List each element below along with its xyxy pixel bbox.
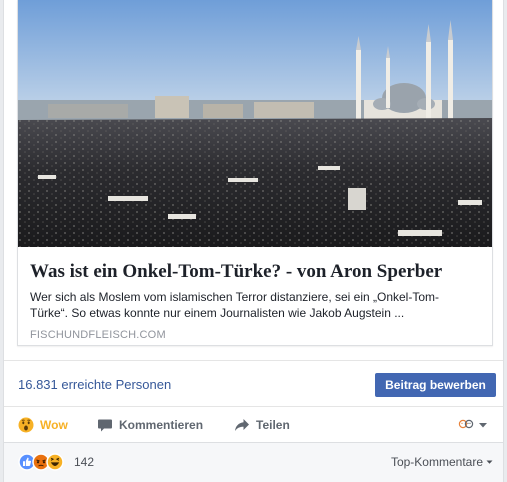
link-preview-title[interactable]: Was ist ein Onkel-Tom-Türke? - von Aron …	[30, 261, 486, 283]
haha-icon	[46, 453, 64, 471]
link-preview-domain: FISCHUNDFLEISCH.COM	[30, 329, 166, 341]
chevron-down-icon	[479, 423, 487, 428]
reach-count-link[interactable]: 16.831 erreichte Personen	[18, 377, 171, 392]
action-bar: Wow Kommentieren Teilen	[4, 406, 503, 442]
comment-icon	[98, 419, 112, 432]
feed-post: Was ist ein Onkel-Tom-Türke? - von Aron …	[3, 0, 504, 482]
reach-bar: 16.831 erreichte Personen Beitrag bewerb…	[4, 360, 503, 406]
wow-reaction-button[interactable]: Wow	[18, 416, 68, 434]
emoji-avatar-icon	[458, 419, 474, 429]
reaction-selector[interactable]	[458, 418, 488, 432]
comment-button[interactable]: Kommentieren	[97, 416, 203, 434]
share-button[interactable]: Teilen	[234, 416, 290, 434]
link-preview-body[interactable]: Was ist ein Onkel-Tom-Türke? - von Aron …	[18, 247, 492, 345]
wow-label: Wow	[40, 418, 68, 432]
share-icon	[235, 419, 249, 431]
boost-post-button[interactable]: Beitrag bewerben	[375, 373, 496, 397]
share-label: Teilen	[256, 418, 290, 432]
reaction-icons[interactable]	[18, 453, 70, 471]
top-comments-label: Top-Kommentare	[390, 455, 483, 469]
comment-label: Kommentieren	[119, 418, 204, 432]
link-preview-card[interactable]: Was ist ein Onkel-Tom-Türke? - von Aron …	[17, 0, 493, 346]
top-comments-dropdown[interactable]: Top-Kommentare	[391, 455, 493, 469]
reaction-count[interactable]: 142	[74, 455, 94, 469]
link-preview-description: Wer sich als Moslem vom islamischen Terr…	[30, 290, 440, 320]
link-preview-image[interactable]	[18, 0, 492, 247]
wow-icon	[18, 417, 34, 433]
reactions-summary: 142 Top-Kommentare	[4, 442, 503, 482]
caret-down-icon	[486, 460, 493, 464]
